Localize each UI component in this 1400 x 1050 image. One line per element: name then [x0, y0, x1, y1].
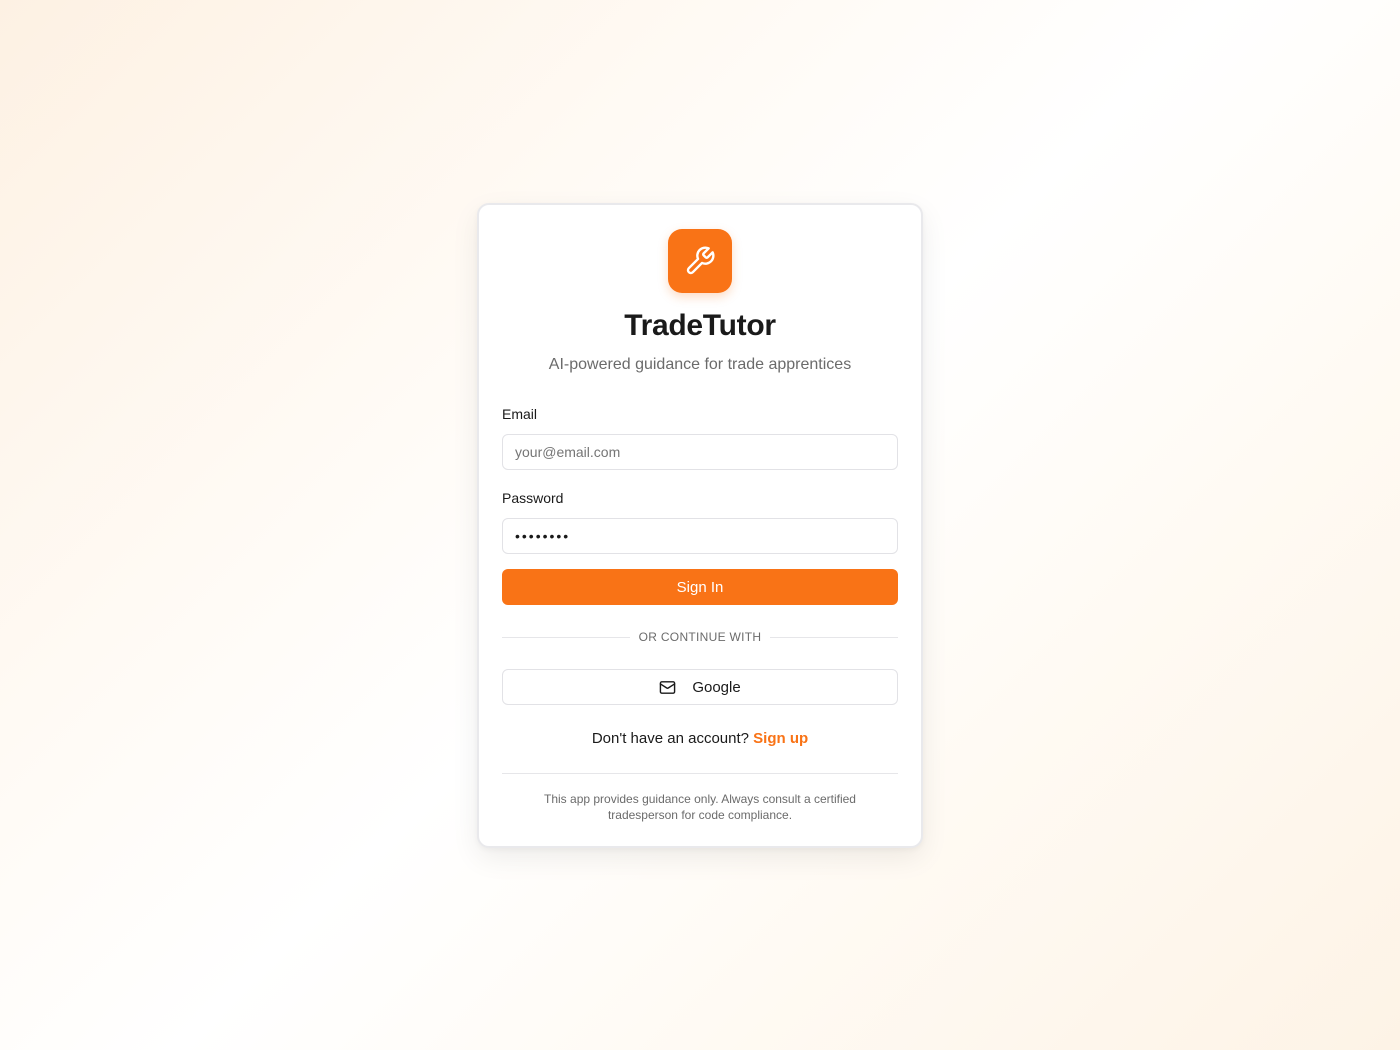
disclaimer-text: This app provides guidance only. Always … [544, 792, 856, 822]
wrench-icon [686, 246, 715, 275]
sign-up-link[interactable]: Sign up [753, 730, 808, 747]
app-subtitle: AI-powered guidance for trade apprentice… [548, 356, 852, 373]
or-divider: OR CONTINUE WITH [502, 629, 899, 645]
sign-in-button[interactable]: Sign In [502, 569, 898, 605]
divider-line-right [770, 636, 899, 638]
password-field[interactable]: •••••••• [502, 518, 898, 554]
app-title: TradeTutor [624, 309, 776, 342]
mail-icon [660, 680, 676, 694]
divider-line-left [502, 636, 630, 638]
google-label: Google [692, 678, 741, 696]
signup-row: Don't have an account? Sign up [479, 730, 921, 747]
email-field[interactable] [502, 434, 898, 470]
divider-text: OR CONTINUE WITH [638, 630, 762, 644]
signup-prompt: Don't have an account? [591, 730, 754, 747]
google-sign-in-button[interactable]: Google [502, 669, 898, 705]
password-label: Password [502, 490, 564, 506]
email-label: Email [502, 406, 538, 422]
login-card: TradeTutor AI-powered guidance for trade… [477, 203, 923, 848]
footer-divider [502, 773, 898, 774]
app-logo [668, 229, 732, 293]
